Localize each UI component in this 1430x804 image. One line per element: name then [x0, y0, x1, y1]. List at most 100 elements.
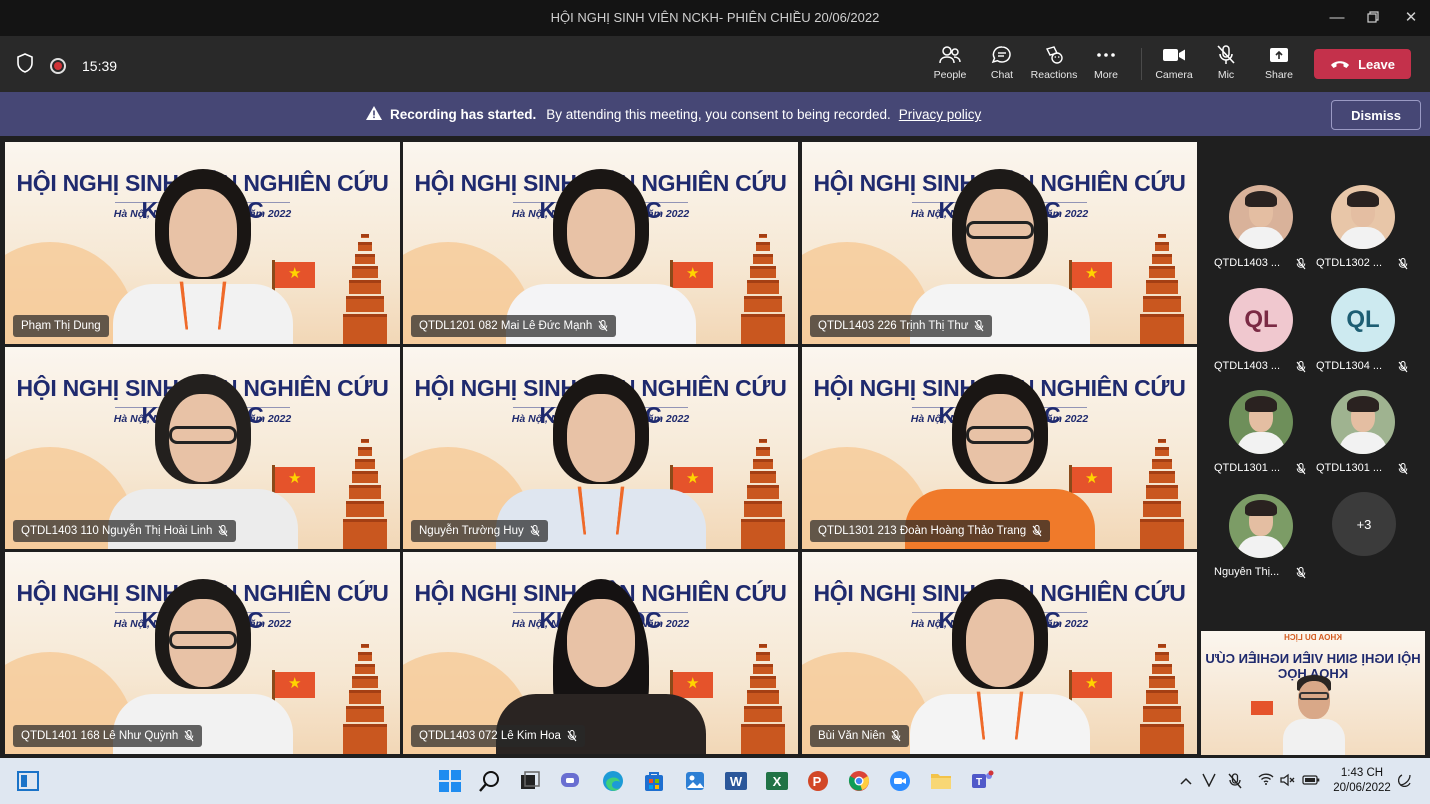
participant-name-tag: Nguyễn Trường Huy	[411, 520, 548, 542]
taskbar-clock[interactable]: 1:43 CH 20/06/2022	[1330, 766, 1394, 796]
self-view-tile[interactable]: KHOA DU LỊCH HỘI NGHỊ SINH VIÊN NGHIÊN C…	[1201, 631, 1425, 755]
participant-avatar-item[interactable]: Nguyễn Thị...	[1214, 494, 1306, 594]
clock-time: 1:43 CH	[1340, 767, 1384, 779]
pagoda-icon	[738, 644, 788, 754]
participant-name: Bùi Văn Niên	[818, 730, 886, 742]
pagoda-icon	[340, 439, 390, 549]
task-view-icon[interactable]	[516, 767, 544, 795]
close-icon[interactable]: ✕	[1396, 6, 1426, 28]
mic-off-icon	[184, 730, 194, 742]
participant-video	[900, 569, 1100, 754]
participant-avatar-item[interactable]: QTDL1301 ...	[1316, 390, 1408, 490]
minimize-icon[interactable]: —	[1322, 6, 1352, 28]
file-explorer-icon[interactable]	[927, 767, 955, 795]
avatar-photo	[1331, 185, 1395, 249]
photos-icon[interactable]	[681, 767, 709, 795]
clock-date: 20/06/2022	[1333, 782, 1391, 794]
recording-icon	[50, 57, 66, 74]
svg-text:X: X	[773, 774, 782, 789]
people-button[interactable]: People	[924, 44, 976, 86]
battery-icon[interactable]	[1302, 773, 1320, 788]
participant-name: QTDL1403 072 Lê Kim Hoa	[419, 730, 561, 742]
mic-button[interactable]: Mic	[1200, 44, 1252, 86]
pagoda-icon	[1137, 439, 1187, 549]
pagoda-icon	[1137, 234, 1187, 344]
mic-off-icon	[1296, 257, 1306, 275]
mic-off-icon	[974, 320, 984, 332]
svg-text:P: P	[813, 774, 822, 789]
participant-name: QTDL1403 110 Nguyễn Thị Hoài Linh	[21, 525, 213, 537]
meeting-toolbar: 15:39 People Chat Reactions More Camera	[0, 36, 1430, 92]
tray-chevron-icon[interactable]	[1180, 773, 1192, 788]
start-icon[interactable]	[436, 767, 464, 795]
widgets-icon[interactable]	[14, 767, 42, 795]
store-icon[interactable]	[640, 767, 668, 795]
dismiss-button[interactable]: Dismiss	[1331, 100, 1421, 130]
notifications-icon[interactable]	[1398, 773, 1412, 790]
more-label: More	[1094, 69, 1118, 81]
video-tile[interactable]: HỘI NGHỊ SINH VIÊN NGHIÊN CỨU KHOA HỌCHà…	[802, 142, 1197, 344]
video-tile[interactable]: HỘI NGHỊ SINH VIÊN NGHIÊN CỨU KHOA HỌCHà…	[403, 142, 798, 344]
search-icon[interactable]	[476, 767, 504, 795]
word-icon[interactable]: W	[722, 767, 750, 795]
reactions-button[interactable]: Reactions	[1028, 44, 1080, 86]
participant-name: QTDL1401 168 Lê Như Quỳnh	[21, 730, 179, 742]
avatar-photo	[1229, 390, 1293, 454]
mic-off-icon	[218, 525, 228, 537]
mic-off-icon	[1216, 44, 1236, 66]
wifi-icon[interactable]	[1258, 773, 1274, 788]
participant-avatar-name: QTDL1302 ...	[1316, 257, 1383, 269]
chat-label: Chat	[990, 69, 1014, 81]
video-tile[interactable]: HỘI NGHỊ SINH VIÊN NGHIÊN CỨU KHOA HỌCHà…	[403, 552, 798, 754]
powerpoint-icon[interactable]: P	[804, 767, 832, 795]
maximize-icon[interactable]	[1358, 6, 1388, 28]
pagoda-icon	[1137, 644, 1187, 754]
vpn-icon[interactable]	[1202, 773, 1216, 790]
video-tile[interactable]: HỘI NGHỊ SINH VIÊN NGHIÊN CỨU KHOA HỌCHà…	[5, 347, 400, 549]
volume-mute-icon[interactable]	[1280, 773, 1296, 790]
participant-avatar-item[interactable]: QL QTDL1304 ...	[1316, 288, 1408, 388]
video-tile[interactable]: HỘI NGHỊ SINH VIÊN NGHIÊN CỨU KHOA HỌCHà…	[5, 552, 400, 754]
excel-icon[interactable]: X	[763, 767, 791, 795]
chat-icon	[991, 44, 1013, 66]
video-tile[interactable]: HỘI NGHỊ SINH VIÊN NGHIÊN CỨU KHOA HỌCHà…	[403, 347, 798, 549]
leave-button[interactable]: Leave	[1314, 49, 1411, 79]
participant-avatar-item[interactable]: QTDL1301 ...	[1214, 390, 1306, 490]
hang-up-icon	[1330, 57, 1350, 72]
tray-mic-off-icon[interactable]	[1228, 773, 1242, 792]
chat-button[interactable]: Chat	[976, 44, 1028, 86]
teams-icon[interactable]: T	[968, 767, 996, 795]
participant-avatar-item[interactable]: QTDL1403 ...	[1214, 185, 1306, 285]
video-tile[interactable]: HỘI NGHỊ SINH VIÊN NGHIÊN CỨU KHOA HỌCHà…	[5, 142, 400, 344]
participant-name-tag: QTDL1403 226 Trịnh Thị Thư	[810, 315, 993, 337]
reactions-icon	[1043, 44, 1065, 66]
participant-name-tag: QTDL1403 110 Nguyễn Thị Hoài Linh	[13, 520, 237, 542]
avatar-initials: QL	[1244, 306, 1278, 333]
participant-name: QTDL1301 213 Đoàn Hoàng Thảo Trang	[818, 525, 1027, 537]
pagoda-icon	[738, 234, 788, 344]
participant-avatar-item[interactable]: QTDL1302 ...	[1316, 185, 1408, 285]
participant-avatar-name: QTDL1403 ...	[1214, 360, 1281, 372]
participant-name-tag: QTDL1401 168 Lê Như Quỳnh	[13, 725, 203, 747]
participant-name-tag: Bùi Văn Niên	[810, 725, 910, 747]
svg-text:W: W	[730, 774, 743, 789]
share-button[interactable]: Share	[1253, 44, 1305, 86]
avatar	[1331, 390, 1395, 454]
warning-icon	[366, 106, 382, 123]
mic-off-icon	[1296, 462, 1306, 480]
camera-button[interactable]: Camera	[1148, 44, 1200, 86]
participant-name: QTDL1201 082 Mai Lê Đức Mạnh	[419, 320, 593, 332]
video-tile[interactable]: HỘI NGHỊ SINH VIÊN NGHIÊN CỨU KHOA HỌCHà…	[802, 552, 1197, 754]
participant-avatar-item[interactable]: QL QTDL1403 ...	[1214, 288, 1306, 388]
privacy-policy-link[interactable]: Privacy policy	[899, 107, 982, 122]
video-tile[interactable]: HỘI NGHỊ SINH VIÊN NGHIÊN CỨU KHOA HỌCHà…	[802, 347, 1197, 549]
chrome-icon[interactable]	[845, 767, 873, 795]
more-button[interactable]: More	[1080, 44, 1132, 86]
zoom-icon[interactable]	[886, 767, 914, 795]
edge-icon[interactable]	[599, 767, 627, 795]
camera-icon	[1162, 44, 1186, 66]
more-participants-button[interactable]: +3	[1332, 492, 1396, 556]
teams-chat-icon[interactable]	[557, 767, 585, 795]
shield-icon[interactable]	[16, 53, 34, 78]
share-label: Share	[1264, 69, 1294, 81]
